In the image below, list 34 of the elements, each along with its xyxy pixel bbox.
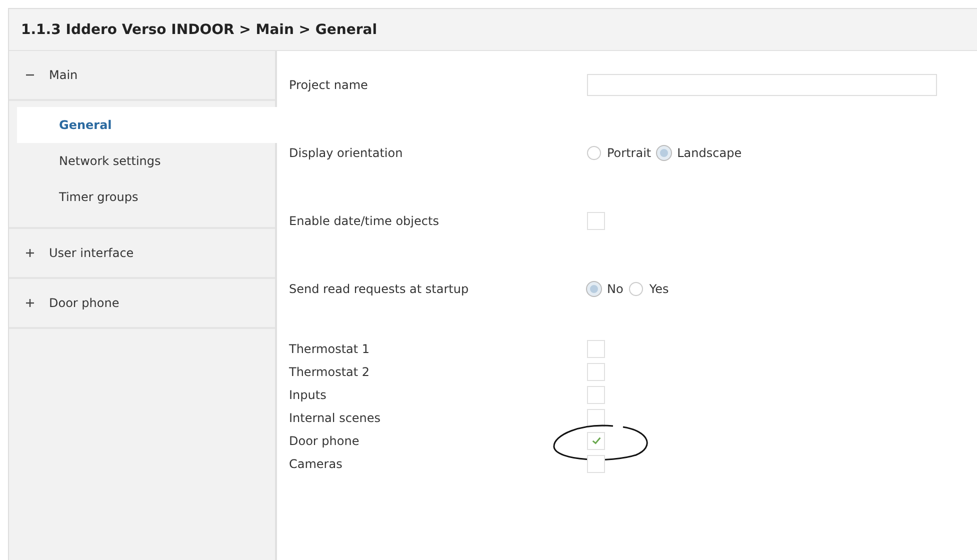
checkbox[interactable] (587, 362, 605, 380)
input-field[interactable] (587, 74, 937, 96)
radio-button[interactable] (587, 146, 601, 160)
radio-option[interactable]: No (587, 282, 624, 296)
checkbox[interactable] (587, 340, 605, 358)
checkbox[interactable] (587, 212, 605, 230)
radio-option[interactable]: Yes (629, 282, 669, 296)
checkbox[interactable] (587, 432, 605, 450)
sidebar-item[interactable]: Door phone (9, 279, 275, 329)
sidebar-item[interactable]: User interface (9, 229, 275, 279)
expand-icon[interactable] (25, 298, 35, 308)
checkbox[interactable] (587, 408, 605, 426)
sidebar-item[interactable]: Timer groups (9, 179, 275, 215)
setting-label: Enable date/time objects (289, 214, 440, 228)
module-label: Thermostat 2 (289, 364, 371, 378)
module-label: Internal scenes (289, 410, 382, 424)
setting-label: Project name (289, 78, 369, 92)
radio-option[interactable]: Landscape (657, 146, 742, 160)
setting-label: Display orientation (289, 146, 404, 160)
sidebar-item[interactable]: Network settings (9, 143, 275, 179)
checkbox[interactable] (587, 386, 605, 404)
checkbox[interactable] (587, 454, 605, 472)
check-icon (590, 435, 602, 446)
radio-option[interactable]: Portrait (587, 146, 652, 160)
window-title: 1.1.3 Iddero Verso INDOOR > Main > General (21, 22, 378, 38)
module-label: Inputs (289, 388, 328, 402)
module-label: Cameras (289, 456, 344, 470)
expand-icon[interactable] (25, 248, 35, 258)
module-label: Thermostat 1 (289, 342, 371, 356)
setting-label: Send read requests at startup (289, 282, 470, 296)
sidebar-item[interactable]: General (17, 107, 277, 143)
module-label: Door phone (289, 434, 360, 448)
radio-button[interactable] (629, 282, 644, 296)
sidebar-item[interactable]: Main (9, 51, 275, 101)
